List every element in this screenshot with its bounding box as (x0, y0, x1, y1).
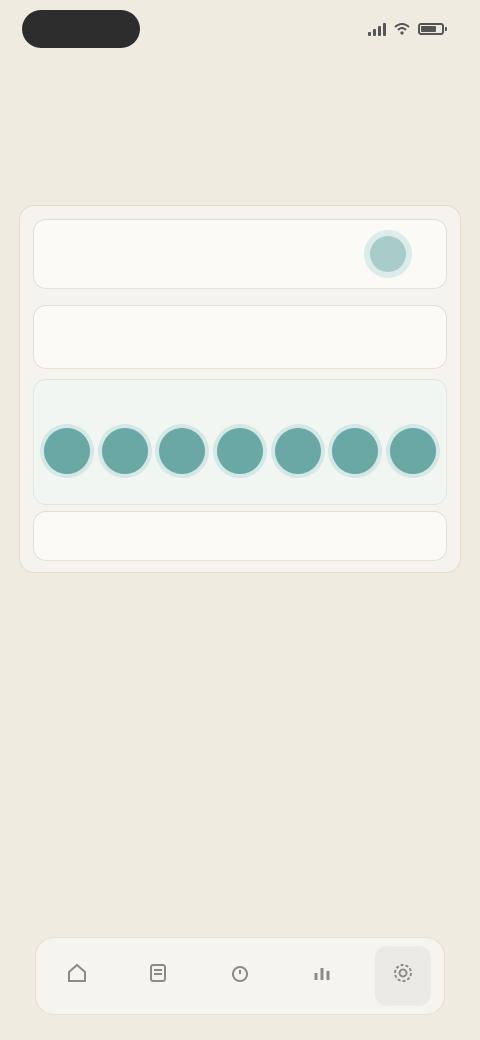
home-icon (67, 963, 86, 982)
chart-icon (314, 968, 330, 980)
battery-icon (418, 23, 447, 35)
status-icons (368, 22, 447, 36)
tab-chart[interactable] (294, 946, 350, 1006)
settings-icon (394, 964, 413, 982)
repeat-days-row (34, 380, 446, 504)
enable-reminder-toggle[interactable] (370, 236, 406, 272)
day-chip-3[interactable] (159, 428, 206, 474)
reminder-form-card (20, 206, 460, 572)
screen (0, 0, 480, 1040)
day-chip-4[interactable] (216, 428, 263, 474)
day-chip-list (44, 428, 436, 474)
signal-icon (368, 22, 386, 36)
tab-list[interactable] (130, 946, 186, 1006)
day-chip-2[interactable] (101, 428, 148, 474)
bottom-tab-bar (36, 938, 444, 1014)
day-chip-7[interactable] (389, 428, 436, 474)
list-icon (150, 964, 167, 982)
enable-reminder-row[interactable] (34, 220, 446, 288)
tab-alarm[interactable] (212, 946, 268, 1006)
status-bar (0, 0, 480, 60)
day-chip-1[interactable] (44, 428, 90, 474)
tab-home[interactable] (49, 946, 105, 1006)
day-chip-6[interactable] (332, 428, 379, 474)
sound-row[interactable] (34, 512, 446, 560)
status-time (22, 10, 140, 48)
reminder-time-row[interactable] (34, 306, 446, 368)
wifi-icon (394, 23, 410, 35)
day-chip-5[interactable] (274, 428, 321, 474)
alarm-icon (231, 966, 248, 982)
tab-settings[interactable] (375, 946, 432, 1006)
